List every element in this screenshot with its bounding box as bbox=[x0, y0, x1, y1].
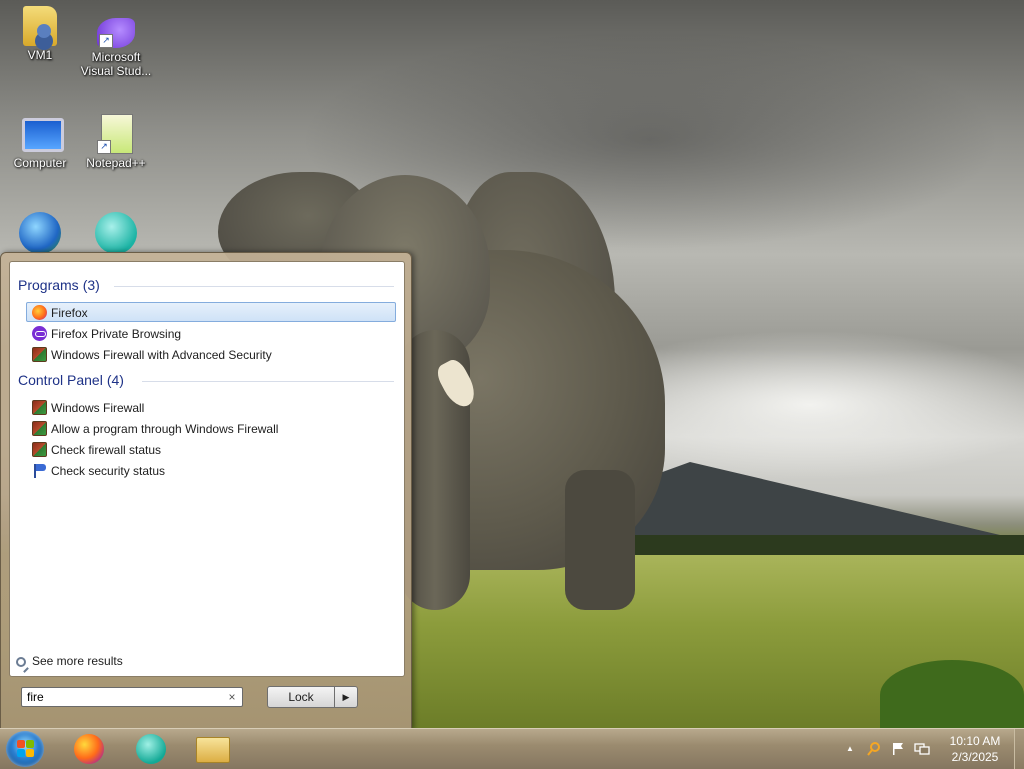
result-item-allow-program[interactable]: Allow a program through Windows Firewall bbox=[26, 418, 396, 438]
user-folder-icon bbox=[23, 6, 57, 46]
see-more-label: See more results bbox=[32, 654, 123, 668]
desktop-icon-label: Computer bbox=[13, 156, 67, 170]
group-title: Control Panel bbox=[18, 372, 103, 388]
group-count: (4) bbox=[106, 372, 124, 388]
file-explorer-icon bbox=[196, 737, 230, 763]
taskbar-teal-app[interactable] bbox=[124, 731, 174, 767]
desktop-icon-visual-studio[interactable]: ↗ Microsoft Visual Stud... bbox=[76, 18, 156, 78]
firewall-icon bbox=[32, 400, 47, 415]
show-hidden-icons-arrow-icon[interactable]: ▲ bbox=[842, 741, 858, 757]
start-search-input[interactable] bbox=[21, 687, 243, 707]
group-divider bbox=[114, 286, 394, 287]
notepadpp-icon: ↗ bbox=[95, 112, 137, 154]
group-header-control-panel[interactable]: Control Panel (4) bbox=[18, 371, 124, 389]
elephant-leg bbox=[565, 470, 635, 610]
taskbar-firefox[interactable] bbox=[62, 731, 112, 767]
result-item-firewall-advanced[interactable]: Windows Firewall with Advanced Security bbox=[26, 344, 396, 364]
result-item-label: Firefox Private Browsing bbox=[51, 327, 182, 341]
wallpaper-bush bbox=[880, 660, 1024, 728]
desktop-icon-label: Notepad++ bbox=[86, 156, 146, 170]
network-icon[interactable] bbox=[914, 741, 930, 757]
result-item-label: Check firewall status bbox=[51, 443, 162, 457]
desktop-icon-network[interactable] bbox=[0, 212, 80, 256]
desktop-icon-computer[interactable]: Computer bbox=[0, 112, 80, 170]
result-item-check-security-status[interactable]: Check security status bbox=[26, 460, 396, 480]
result-item-label: Firefox bbox=[51, 306, 88, 320]
result-item-label: Check security status bbox=[51, 464, 166, 478]
see-more-results-link[interactable]: See more results bbox=[16, 652, 123, 670]
clock-time: 10:10 AM bbox=[949, 734, 1001, 748]
teal-app-icon bbox=[95, 212, 137, 254]
windows-logo-icon bbox=[26, 749, 34, 757]
system-tray: ▲ 10:10 AM 2/3/2025 bbox=[840, 729, 1024, 769]
result-item-firefox[interactable]: Firefox bbox=[26, 302, 396, 322]
firewall-icon bbox=[32, 442, 47, 457]
firefox-icon bbox=[74, 734, 104, 764]
firewall-icon bbox=[32, 421, 47, 436]
result-item-firefox-private[interactable]: Firefox Private Browsing bbox=[26, 323, 396, 343]
action-center-flag-icon bbox=[32, 463, 47, 478]
result-item-label: Windows Firewall with Advanced Security bbox=[51, 348, 272, 362]
firefox-icon bbox=[32, 305, 47, 320]
windows-logo-icon bbox=[17, 740, 25, 748]
start-menu: Programs (3) Firefox Firefox Private Brow… bbox=[0, 252, 412, 730]
shutdown-options-arrow-icon[interactable]: ▶ bbox=[334, 686, 358, 708]
result-item-check-firewall-status[interactable]: Check firewall status bbox=[26, 439, 396, 459]
desktop-icon-label: VM1 bbox=[27, 48, 53, 62]
desktop-icon-vm1[interactable]: VM1 bbox=[0, 6, 80, 62]
globe-icon bbox=[19, 212, 61, 254]
taskbar-file-explorer[interactable] bbox=[186, 731, 236, 767]
result-item-label: Allow a program through Windows Firewall bbox=[51, 422, 279, 436]
group-title: Programs bbox=[18, 277, 79, 293]
clear-search-icon[interactable]: × bbox=[225, 690, 239, 704]
windows-logo-icon bbox=[26, 740, 34, 748]
group-count: (3) bbox=[82, 277, 100, 293]
magnifier-icon bbox=[16, 656, 26, 667]
clock[interactable]: 10:10 AM 2/3/2025 bbox=[940, 733, 1010, 765]
teal-app-icon bbox=[136, 734, 166, 764]
firefox-private-icon bbox=[32, 326, 47, 341]
action-center-flag-icon[interactable] bbox=[890, 741, 906, 757]
result-item-windows-firewall[interactable]: Windows Firewall bbox=[26, 397, 396, 417]
group-divider bbox=[142, 381, 394, 382]
lock-button[interactable]: Lock bbox=[267, 686, 335, 708]
desktop-icon-teal-app[interactable] bbox=[76, 212, 156, 256]
taskbar: ▲ 10:10 AM 2/3/2025 bbox=[0, 728, 1024, 769]
visual-studio-icon: ↗ bbox=[97, 18, 135, 48]
result-item-label: Windows Firewall bbox=[51, 401, 145, 415]
show-desktop-button[interactable] bbox=[1014, 729, 1024, 769]
clock-date: 2/3/2025 bbox=[951, 750, 999, 764]
desktop-icon-label: Microsoft Visual Stud... bbox=[80, 50, 152, 78]
search-results-panel: Programs (3) Firefox Firefox Private Brow… bbox=[9, 261, 405, 677]
group-header-programs[interactable]: Programs (3) bbox=[18, 276, 100, 294]
computer-icon bbox=[19, 112, 64, 154]
search-tray-icon[interactable] bbox=[866, 741, 882, 757]
windows-logo-icon bbox=[17, 749, 25, 757]
firewall-icon bbox=[32, 347, 47, 362]
start-button[interactable] bbox=[6, 731, 44, 767]
desktop-icon-notepadpp[interactable]: ↗ Notepad++ bbox=[76, 112, 156, 170]
